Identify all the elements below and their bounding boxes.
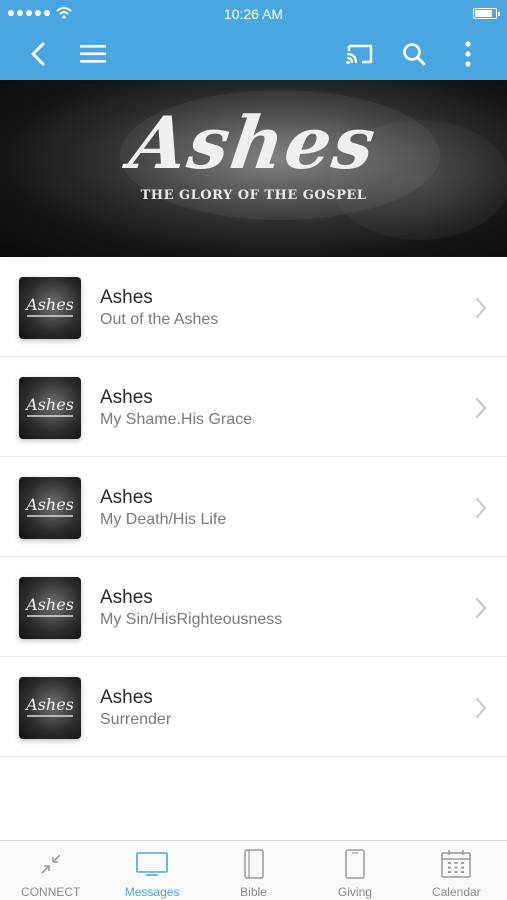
list-item[interactable]: Ashes Ashes My Shame.His Grace (0, 357, 507, 457)
chevron-right-icon (476, 398, 487, 418)
calendar-icon (441, 850, 472, 878)
message-list: Ashes Ashes Out of the Ashes Ashes Ashes… (0, 257, 507, 757)
menu-icon (80, 45, 106, 63)
message-subtitle: My Sin/HisRighteousness (100, 611, 283, 628)
back-button[interactable] (22, 38, 54, 70)
connect-icon (41, 854, 61, 874)
message-thumbnail: Ashes (19, 277, 81, 339)
message-thumbnail: Ashes (19, 577, 81, 639)
list-item[interactable]: Ashes Ashes Out of the Ashes (0, 257, 507, 357)
message-thumbnail: Ashes (19, 677, 81, 739)
search-icon (403, 43, 426, 66)
tab-messages[interactable]: Messages (101, 841, 202, 900)
message-subtitle: Out of the Ashes (100, 311, 219, 328)
phone-icon (345, 849, 365, 879)
message-title: Ashes (100, 587, 153, 608)
tab-connect[interactable]: CONNECT (0, 841, 101, 900)
message-thumbnail: Ashes (19, 377, 81, 439)
chevron-right-icon (476, 498, 487, 518)
series-banner: Ashes THE GLORY OF THE GOSPEL (0, 80, 507, 257)
list-item[interactable]: Ashes Ashes Surrender (0, 657, 507, 757)
cast-icon (346, 44, 373, 65)
message-subtitle: My Death/His Life (100, 511, 227, 528)
more-vertical-icon (465, 41, 471, 67)
book-icon (243, 849, 264, 879)
message-title: Ashes (100, 487, 153, 508)
list-item[interactable]: Ashes Ashes My Sin/HisRighteousness (0, 557, 507, 657)
list-item[interactable]: Ashes Ashes My Death/His Life (0, 457, 507, 557)
message-subtitle: My Shame.His Grace (100, 411, 253, 428)
message-title: Ashes (100, 287, 153, 308)
battery-icon (473, 8, 500, 19)
series-logo: Ashes (124, 100, 383, 185)
message-title: Ashes (100, 687, 153, 708)
message-subtitle: Surrender (100, 711, 172, 728)
message-thumbnail: Ashes (19, 477, 81, 539)
monitor-icon (136, 852, 168, 876)
series-subtitle: THE GLORY OF THE GOSPEL (140, 188, 367, 203)
tab-calendar[interactable]: Calendar (406, 841, 507, 900)
status-time: 10:26 AM (223, 6, 284, 22)
tab-giving[interactable]: Giving (304, 841, 405, 900)
cast-button[interactable] (344, 38, 376, 70)
nav-bar (0, 28, 507, 80)
tab-bible[interactable]: Bible (203, 841, 304, 900)
menu-button[interactable] (77, 38, 109, 70)
chevron-right-icon (476, 298, 487, 318)
search-button[interactable] (398, 38, 430, 70)
message-title: Ashes (100, 387, 153, 408)
chevron-right-icon (476, 598, 487, 618)
tab-bar: CONNECT Messages Bible Giving Calendar (0, 840, 507, 900)
status-bar: 10:26 AM (0, 0, 507, 28)
back-icon (31, 42, 45, 66)
more-button[interactable] (452, 38, 484, 70)
chevron-right-icon (476, 698, 487, 718)
